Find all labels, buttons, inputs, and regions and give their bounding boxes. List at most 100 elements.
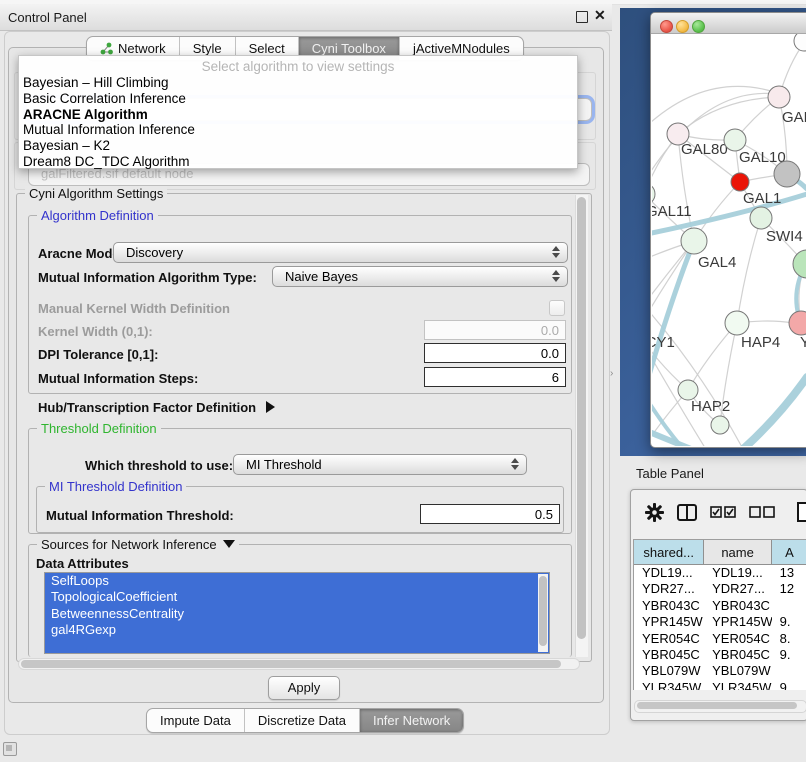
tab-infer-network[interactable]: Infer Network [360,709,463,732]
network-node-gal[interactable] [768,86,790,108]
minimize-traffic-light-icon[interactable] [676,20,689,33]
close-traffic-light-icon[interactable] [660,20,673,33]
attributes-scrollbar[interactable] [538,574,548,652]
expand-right-icon [266,401,275,413]
network-node-hap2[interactable] [678,380,698,400]
attribute-list-item[interactable]: gal4RGexp [45,622,549,638]
close-icon[interactable]: ✕ [594,7,606,24]
settings-vertical-scrollbar[interactable] [575,195,588,657]
zoom-traffic-light-icon[interactable] [692,20,705,33]
table-cell: YBR043C [634,598,704,614]
gear-icon[interactable] [645,503,664,525]
table-cell: YBR043C [704,598,771,614]
attribute-list-item[interactable]: TopologicalCoefficient [45,589,549,605]
table-row[interactable]: YDR27...YDR27...12 [634,581,806,597]
network-node[interactable] [774,161,800,187]
algorithm-definition-title: Algorithm Definition [37,208,158,223]
attribute-list-item[interactable]: BetweennessCentrality [45,606,549,622]
tab-label: Style [193,41,222,56]
checked-boxes-icon[interactable] [710,506,736,521]
aracne-mode-combo[interactable]: Discovery [113,242,568,263]
network-node-swi4[interactable] [750,207,772,229]
cyni-mode-tabs: Impute DataDiscretize DataInfer Network [146,708,464,733]
attribute-list-item[interactable] [45,639,549,654]
settings-horizontal-scrollbar[interactable] [18,658,580,670]
network-node-hap4[interactable] [725,311,749,335]
manual-kernel-width-checkbox[interactable] [549,300,565,316]
sources-group-title[interactable]: Sources for Network Inference [37,537,239,552]
mi-algorithm-type-value: Naive Bayes [285,269,545,284]
algorithm-option[interactable]: Basic Correlation Inference [19,91,577,107]
network-edge[interactable] [741,377,806,446]
data-attributes-list[interactable]: SelfLoopsTopologicalCoefficientBetweenne… [44,572,550,654]
network-node[interactable] [711,416,729,434]
table-cell: YDL19... [634,565,704,581]
column-header[interactable]: A [772,540,806,564]
network-canvas[interactable]: GALGAL80GAL10GAL1SWI4GAL11GAL4GCY1HAP4YH… [652,34,806,446]
network-node[interactable] [793,250,806,278]
table-cell [772,598,806,614]
network-edge[interactable] [678,97,779,134]
network-edge[interactable] [652,322,688,390]
table-row[interactable]: YLR345WYLR345W9. [634,680,806,690]
table-row[interactable]: YDL19...YDL19...13 [634,565,806,581]
control-panel-titlebar [0,4,612,31]
settings-group-title: Cyni Algorithm Settings [25,186,167,201]
column-header[interactable]: name [704,540,772,564]
column-header[interactable]: shared... [634,540,704,564]
unchecked-boxes-icon[interactable] [749,506,775,521]
network-window[interactable]: GALGAL80GAL10GAL1SWI4GAL11GAL4GCY1HAP4YH… [650,12,806,448]
network-node-gal11[interactable] [652,183,655,205]
network-node-y[interactable] [789,311,806,335]
split-columns-icon[interactable] [677,504,697,524]
network-node-gal10[interactable] [724,129,746,151]
network-node-gal1[interactable] [731,173,749,191]
mi-algorithm-type-combo[interactable]: Naive Bayes [272,266,568,287]
combo-spinner-icon [552,270,560,282]
splitter-collapse-icon[interactable]: › [610,368,613,379]
node-label: GAL [782,109,806,126]
table-horizontal-scrollbar[interactable] [634,700,806,713]
table-row[interactable]: YER054CYER054C8. [634,631,806,647]
aracne-mode-label: Aracne Mode: [38,246,124,261]
table-row[interactable]: YBL079WYBL079W [634,663,806,679]
table-row[interactable]: YBR043CYBR043C [634,598,806,614]
algorithm-option[interactable]: ARACNE Algorithm [19,107,577,123]
hub-definition-toggle[interactable]: Hub/Transcription Factor Definition [38,400,275,415]
mi-steps-field[interactable]: 6 [424,367,566,387]
network-node-gal4[interactable] [681,228,707,254]
combo-spinner-icon [511,458,519,470]
table-cell: YDL19... [704,565,771,581]
table-row[interactable]: YBR045CYBR045C9. [634,647,806,663]
data-attributes-label: Data Attributes [36,556,129,571]
minimized-panel-icon[interactable] [3,742,17,756]
node-table[interactable]: shared...nameA YDL19...YDL19...13YDR27..… [633,539,806,690]
algorithm-option[interactable]: Dream8 DC_TDC Algorithm [19,154,577,170]
which-threshold-combo[interactable]: MI Threshold [233,454,527,475]
document-icon[interactable] [797,502,806,525]
table-row[interactable]: YPR145WYPR145W9. [634,614,806,630]
table-cell: YER054C [704,631,771,647]
algorithm-option[interactable]: Bayesian – K2 [19,138,577,154]
kernel-width-field[interactable]: 0.0 [424,320,566,340]
tab-label: jActiveMNodules [413,41,510,56]
table-cell: YPR145W [634,614,704,630]
algorithm-option[interactable]: Bayesian – Hill Climbing [19,75,577,91]
network-node[interactable] [794,34,806,51]
node-label: SWI4 [766,228,803,245]
network-edge[interactable] [737,218,761,323]
tab-discretize-data[interactable]: Discretize Data [245,709,360,732]
mi-steps-label: Mutual Information Steps: [38,371,198,386]
table-cell: YBR045C [634,647,704,663]
tab-impute-data[interactable]: Impute Data [147,709,245,732]
table-cell: YBR045C [704,647,771,663]
attribute-list-item[interactable]: SelfLoops [45,573,549,589]
apply-button[interactable]: Apply [268,676,340,700]
mi-threshold-field[interactable]: 0.5 [420,504,560,524]
float-window-icon[interactable] [576,11,588,23]
screen: Control Panel ✕ galFiltered.sif default … [0,0,806,762]
algorithm-option[interactable]: Mutual Information Inference [19,122,577,138]
network-window-titlebar[interactable] [651,13,806,34]
kernel-width-label: Kernel Width (0,1): [38,324,153,339]
dpi-tolerance-field[interactable]: 0.0 [424,343,566,363]
